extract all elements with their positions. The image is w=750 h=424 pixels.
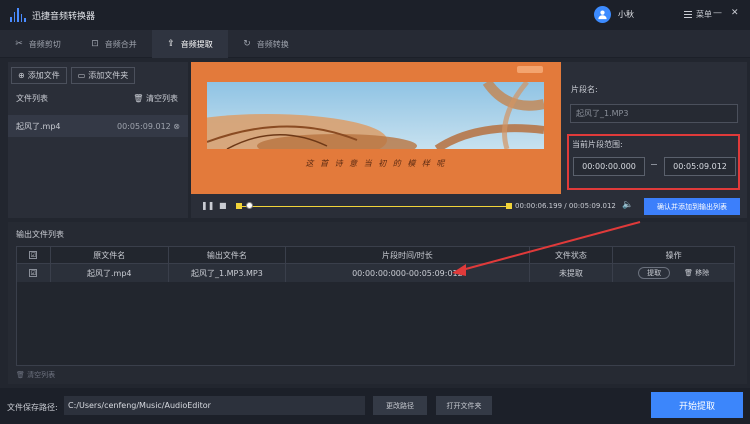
- video-frame: [207, 82, 544, 149]
- clear-file-list-button[interactable]: 🗑 清空列表: [133, 93, 178, 109]
- add-folder-button[interactable]: ▭ 添加文件夹: [70, 67, 136, 84]
- save-path-field[interactable]: C:/Users/cenfeng/Music/AudioEditor: [64, 396, 365, 415]
- minimize-button[interactable]: —: [713, 8, 722, 18]
- tab-audio-cut[interactable]: ✂ 音频剪切: [0, 30, 76, 58]
- end-time-input[interactable]: 00:05:09.012: [664, 157, 736, 176]
- row-status: 未提取: [530, 264, 614, 282]
- extract-row-button[interactable]: 提取: [638, 267, 671, 279]
- tab-label: 音频转换: [256, 39, 289, 49]
- stop-icon[interactable]: ■: [219, 201, 227, 210]
- save-path-label: 文件保存路径:: [7, 403, 58, 412]
- remove-label: 移除: [695, 269, 710, 277]
- convert-icon: ↻: [243, 39, 251, 49]
- range-end-handle[interactable]: [506, 203, 512, 209]
- volume-icon[interactable]: 🔈: [622, 200, 633, 210]
- tab-audio-merge[interactable]: ⊡ 音频合并: [76, 30, 152, 58]
- app-logo-icon: [10, 8, 26, 22]
- segment-name-input[interactable]: 起风了_1.MP3: [570, 104, 738, 123]
- time-readout: 00:00:06.199 / 00:05:09.012: [515, 202, 616, 210]
- range-dash: [651, 164, 657, 165]
- table-row[interactable]: ☑ 起风了.mp4 起风了_1.MP3.MP3 00:00:00:000-00:…: [17, 264, 734, 282]
- output-table: ☑ 原文件名 输出文件名 片段时间/时长 文件状态 操作 ☑ 起风了.mp4 起…: [16, 246, 735, 366]
- app-title: 迅捷音频转换器: [32, 11, 96, 22]
- table-header: ☑ 原文件名 输出文件名 片段时间/时长 文件状态 操作: [17, 247, 734, 264]
- clear-output-label: 清空列表: [27, 371, 56, 379]
- title-bar: 迅捷音频转换器 小秋 菜单 — ✕: [0, 0, 750, 30]
- scissors-icon: ✂: [15, 39, 23, 49]
- clear-list-label: 清空列表: [146, 94, 178, 103]
- hamburger-icon: [684, 11, 692, 18]
- tab-label: 音频提取: [180, 39, 213, 49]
- file-list-panel: ⊕ 添加文件 ▭ 添加文件夹 文件列表 🗑 清空列表 起风了.mp4 00:05…: [8, 62, 188, 218]
- merge-icon: ⊡: [91, 39, 99, 49]
- segment-settings-panel: 片段名: 起风了_1.MP3 当前片段范围: 00:00:00.000 00:0…: [561, 62, 747, 194]
- pause-icon[interactable]: ❚❚: [201, 201, 214, 210]
- remove-file-icon[interactable]: ⊗: [173, 122, 180, 131]
- confirm-add-to-output-button[interactable]: 确认并添加到输出列表: [644, 198, 740, 215]
- user-name[interactable]: 小秋: [618, 9, 634, 20]
- feature-tabs: ✂ 音频剪切 ⊡ 音频合并 ⇪ 音频提取 ↻ 音频转换: [0, 30, 750, 58]
- tab-label: 音频合并: [104, 39, 137, 49]
- folder-icon: ▭: [77, 71, 86, 80]
- open-folder-button[interactable]: 打开文件夹: [436, 396, 492, 415]
- add-file-label: 添加文件: [27, 71, 60, 80]
- watermark-logo: [517, 66, 543, 73]
- range-label: 当前片段范围:: [572, 140, 623, 149]
- video-subtitle: 这 首 诗 意 当 初 的 模 样 呢: [305, 159, 447, 168]
- add-folder-label: 添加文件夹: [88, 71, 129, 80]
- file-name: 起风了.mp4: [16, 121, 61, 131]
- close-button[interactable]: ✕: [731, 8, 739, 18]
- file-duration: 00:05:09.012: [117, 121, 171, 131]
- select-all-checkbox[interactable]: ☑: [29, 251, 38, 259]
- row-source-name: 起风了.mp4: [51, 264, 169, 282]
- tab-audio-convert[interactable]: ↻ 音频转换: [228, 30, 304, 58]
- extract-icon: ⇪: [167, 39, 175, 49]
- start-extract-button[interactable]: 开始提取: [651, 392, 743, 418]
- file-list-label: 文件列表: [16, 94, 48, 103]
- output-section: 输出文件列表 ☑ 原文件名 输出文件名 片段时间/时长 文件状态 操作 ☑ 起风…: [8, 222, 747, 384]
- trash-icon: 🗑: [684, 269, 696, 277]
- row-output-name: 起风了_1.MP3.MP3: [169, 264, 287, 282]
- range-start-handle[interactable]: [236, 203, 242, 209]
- trash-icon: 🗑: [16, 371, 28, 379]
- output-list-title: 输出文件列表: [16, 230, 64, 239]
- menu-label: 菜单: [696, 10, 712, 19]
- player-controls: ❚❚ ■ 00:00:06.199 / 00:05:09.012 🔈 确认并添加…: [191, 194, 747, 218]
- time-separator: /: [564, 202, 567, 210]
- tab-audio-extract[interactable]: ⇪ 音频提取: [152, 30, 228, 58]
- row-checkbox[interactable]: ☑: [29, 269, 38, 277]
- column-range: 片段时间/时长: [286, 247, 530, 263]
- current-range-highlight: 当前片段范围: 00:00:00.000 00:05:09.012: [567, 134, 740, 190]
- column-actions: 操作: [665, 250, 682, 260]
- list-item[interactable]: 起风了.mp4 00:05:09.012 ⊗: [8, 115, 188, 137]
- bottom-bar: 文件保存路径: C:/Users/cenfeng/Music/AudioEdit…: [0, 388, 750, 424]
- clear-output-list-button[interactable]: 🗑 清空列表: [16, 370, 55, 380]
- menu-button[interactable]: 菜单: [684, 9, 712, 20]
- video-preview: 这 首 诗 意 当 初 的 模 样 呢: [191, 62, 561, 194]
- avatar-icon[interactable]: [594, 6, 611, 23]
- current-time: 00:00:06.199: [515, 202, 563, 210]
- remove-row-button[interactable]: 🗑 移除: [684, 268, 709, 278]
- change-path-button[interactable]: 更改路径: [373, 396, 427, 415]
- segment-name-label: 片段名:: [571, 85, 598, 94]
- plus-circle-icon: ⊕: [18, 71, 25, 80]
- start-time-input[interactable]: 00:00:00.000: [573, 157, 645, 176]
- row-range: 00:00:00:000-00:05:09:012: [286, 264, 530, 282]
- playhead-knob[interactable]: [246, 202, 254, 209]
- clip-range-track[interactable]: [236, 202, 512, 209]
- tab-label: 音频剪切: [28, 39, 61, 49]
- user-account[interactable]: 小秋: [594, 6, 634, 23]
- add-file-button[interactable]: ⊕ 添加文件: [11, 67, 67, 84]
- column-source-name: 原文件名: [51, 247, 169, 263]
- total-time: 00:05:09.012: [568, 202, 616, 210]
- trash-icon: 🗑: [133, 94, 144, 103]
- column-output-name: 输出文件名: [169, 247, 287, 263]
- column-status: 文件状态: [530, 247, 614, 263]
